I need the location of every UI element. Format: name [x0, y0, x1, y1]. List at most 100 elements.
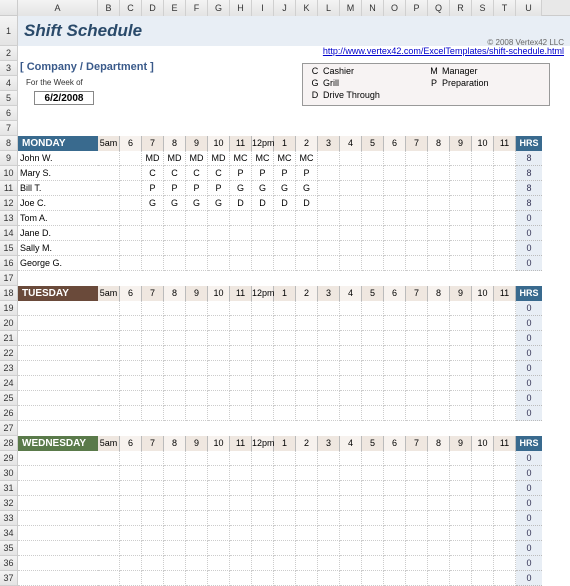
shift-cell[interactable]	[142, 316, 164, 331]
shift-cell[interactable]	[186, 406, 208, 421]
shift-cell[interactable]	[186, 301, 208, 316]
shift-cell[interactable]	[186, 451, 208, 466]
shift-cell[interactable]	[340, 361, 362, 376]
shift-cell[interactable]	[406, 391, 428, 406]
employee-name[interactable]	[18, 376, 98, 391]
shift-cell[interactable]	[384, 166, 406, 181]
shift-cell[interactable]	[406, 226, 428, 241]
shift-cell[interactable]	[296, 301, 318, 316]
shift-cell[interactable]	[450, 241, 472, 256]
shift-cell[interactable]	[98, 151, 120, 166]
shift-cell[interactable]	[98, 211, 120, 226]
shift-cell[interactable]	[318, 226, 340, 241]
shift-cell[interactable]: G	[230, 181, 252, 196]
shift-cell[interactable]	[472, 316, 494, 331]
shift-cell[interactable]: MD	[142, 151, 164, 166]
shift-cell[interactable]	[120, 211, 142, 226]
shift-cell[interactable]	[274, 406, 296, 421]
shift-cell[interactable]	[164, 511, 186, 526]
shift-cell[interactable]	[450, 361, 472, 376]
employee-name[interactable]	[18, 511, 98, 526]
shift-cell[interactable]	[274, 376, 296, 391]
shift-cell[interactable]	[406, 376, 428, 391]
shift-cell[interactable]	[274, 241, 296, 256]
shift-cell[interactable]	[230, 241, 252, 256]
shift-cell[interactable]	[296, 451, 318, 466]
shift-cell[interactable]: D	[230, 196, 252, 211]
shift-cell[interactable]	[318, 331, 340, 346]
shift-cell[interactable]	[296, 241, 318, 256]
shift-cell[interactable]	[98, 451, 120, 466]
shift-cell[interactable]	[362, 361, 384, 376]
shift-cell[interactable]	[186, 496, 208, 511]
shift-cell[interactable]	[274, 361, 296, 376]
row-header-31[interactable]: 31	[0, 481, 18, 496]
row-header-33[interactable]: 33	[0, 511, 18, 526]
shift-cell[interactable]	[450, 526, 472, 541]
shift-cell[interactable]	[472, 226, 494, 241]
shift-cell[interactable]	[450, 316, 472, 331]
shift-cell[interactable]	[450, 556, 472, 571]
shift-cell[interactable]	[494, 556, 516, 571]
shift-cell[interactable]	[494, 241, 516, 256]
shift-cell[interactable]	[120, 541, 142, 556]
shift-cell[interactable]	[428, 181, 450, 196]
row-header-35[interactable]: 35	[0, 541, 18, 556]
shift-cell[interactable]	[164, 481, 186, 496]
shift-cell[interactable]	[450, 226, 472, 241]
shift-cell[interactable]	[164, 346, 186, 361]
shift-cell[interactable]	[362, 466, 384, 481]
shift-cell[interactable]	[472, 256, 494, 271]
shift-cell[interactable]	[230, 316, 252, 331]
row-header-7[interactable]: 7	[0, 121, 18, 136]
employee-name[interactable]	[18, 481, 98, 496]
shift-cell[interactable]	[296, 571, 318, 586]
shift-cell[interactable]	[428, 481, 450, 496]
shift-cell[interactable]	[296, 226, 318, 241]
shift-cell[interactable]	[274, 316, 296, 331]
shift-cell[interactable]	[296, 316, 318, 331]
shift-cell[interactable]	[208, 526, 230, 541]
shift-cell[interactable]	[428, 451, 450, 466]
shift-cell[interactable]	[120, 361, 142, 376]
shift-cell[interactable]	[142, 556, 164, 571]
shift-cell[interactable]	[406, 361, 428, 376]
shift-cell[interactable]	[318, 406, 340, 421]
shift-cell[interactable]	[186, 511, 208, 526]
shift-cell[interactable]	[362, 211, 384, 226]
shift-cell[interactable]	[296, 331, 318, 346]
week-date-input[interactable]: 6/2/2008	[34, 91, 94, 105]
shift-cell[interactable]	[120, 256, 142, 271]
shift-cell[interactable]	[384, 361, 406, 376]
shift-cell[interactable]	[494, 511, 516, 526]
shift-cell[interactable]	[230, 511, 252, 526]
shift-cell[interactable]	[318, 256, 340, 271]
shift-cell[interactable]	[494, 166, 516, 181]
shift-cell[interactable]	[362, 346, 384, 361]
shift-cell[interactable]	[230, 391, 252, 406]
shift-cell[interactable]	[296, 211, 318, 226]
shift-cell[interactable]	[142, 541, 164, 556]
shift-cell[interactable]	[164, 526, 186, 541]
shift-cell[interactable]	[318, 301, 340, 316]
shift-cell[interactable]	[406, 406, 428, 421]
shift-cell[interactable]	[318, 451, 340, 466]
shift-cell[interactable]	[428, 526, 450, 541]
shift-cell[interactable]	[98, 316, 120, 331]
employee-name[interactable]	[18, 571, 98, 586]
shift-cell[interactable]	[208, 451, 230, 466]
shift-cell[interactable]	[494, 376, 516, 391]
shift-cell[interactable]: P	[142, 181, 164, 196]
row-header-20[interactable]: 20	[0, 316, 18, 331]
shift-cell[interactable]	[142, 331, 164, 346]
shift-cell[interactable]	[98, 331, 120, 346]
row-header-21[interactable]: 21	[0, 331, 18, 346]
shift-cell[interactable]	[428, 406, 450, 421]
shift-cell[interactable]	[384, 571, 406, 586]
shift-cell[interactable]	[406, 181, 428, 196]
shift-cell[interactable]	[142, 391, 164, 406]
column-header-S[interactable]: S	[472, 0, 494, 16]
shift-cell[interactable]	[472, 466, 494, 481]
shift-cell[interactable]: MD	[186, 151, 208, 166]
shift-cell[interactable]	[274, 391, 296, 406]
